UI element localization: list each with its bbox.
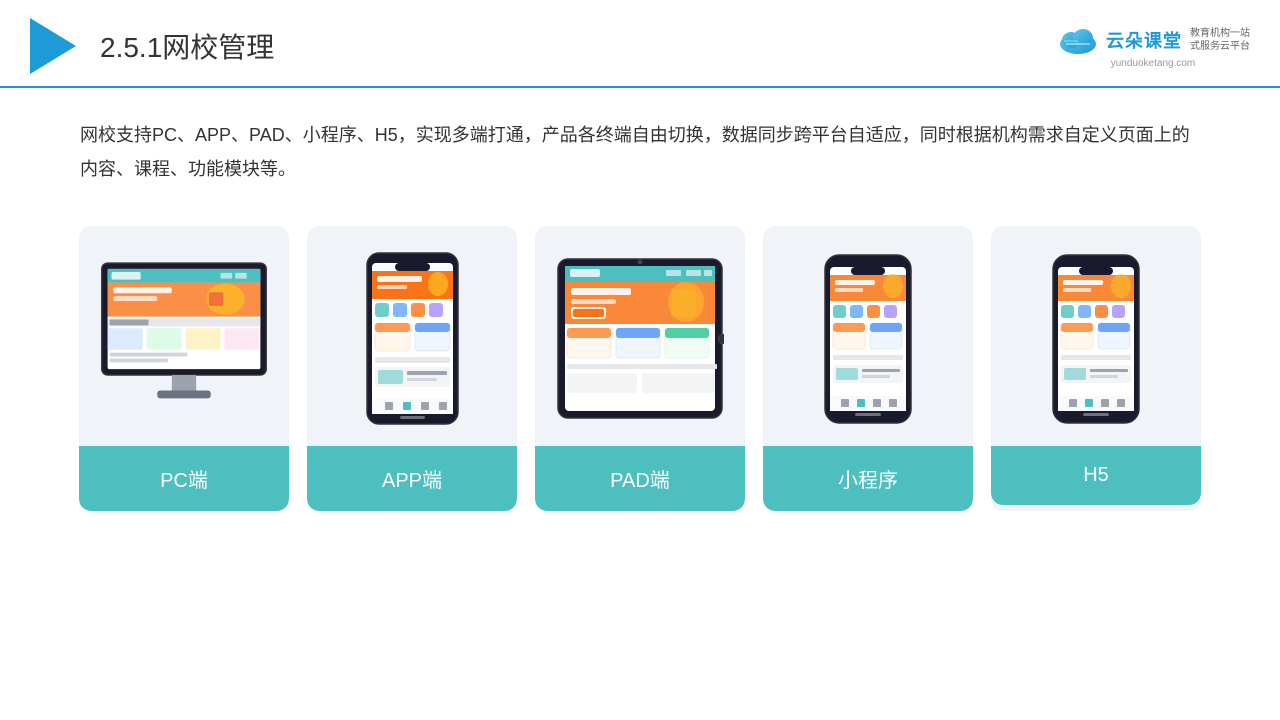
pc-img-area [79,226,289,446]
logo-cloud: 云朵课堂 教育机构一站 式服务云平台 [1056,24,1250,56]
pad-label: PAD端 [535,446,745,511]
pad-device-svg [556,251,724,426]
app-label: APP端 [307,446,517,511]
device-card-app: APP端 [307,226,517,511]
logo-url: yunduoketang.com [1111,58,1196,69]
description-section: 网校支持PC、APP、PAD、小程序、H5，实现多端打通，产品各终端自由切换，数… [0,88,1280,196]
play-icon [30,18,76,74]
h5-label: H5 [991,446,1201,505]
title-prefix: 2.5.1 [100,32,162,63]
cloud-icon [1056,24,1100,56]
page-title: 2.5.1网校管理 [100,26,274,66]
logo-sub2: 式服务云平台 [1190,40,1250,53]
logo-text: 云朵课堂 [1106,27,1182,53]
app-device-svg [365,251,460,426]
page-header: 2.5.1网校管理 云朵课堂 [0,0,1280,88]
logo-area: 云朵课堂 教育机构一站 式服务云平台 yunduoketang.com [1056,24,1250,69]
pc-label: PC端 [79,446,289,511]
device-card-miniprogram: 小程序 [763,226,973,511]
pc-device-svg [94,256,274,421]
header-left: 2.5.1网校管理 [30,18,274,74]
device-card-pc: PC端 [79,226,289,511]
miniprogram-label: 小程序 [763,446,973,511]
device-card-h5: H5 [991,226,1201,511]
device-card-pad: PAD端 [535,226,745,511]
miniprogram-img-area [763,226,973,446]
h5-device-svg [1051,253,1141,425]
miniprogram-device-svg [823,253,913,425]
cards-section: PC端 [0,196,1280,531]
h5-img-area [991,226,1201,446]
title-main: 网校管理 [162,32,274,63]
description-text: 网校支持PC、APP、PAD、小程序、H5，实现多端打通，产品各终端自由切换，数… [80,118,1200,186]
logo-sub1: 教育机构一站 [1190,27,1250,40]
pad-img-area [535,226,745,446]
app-img-area [307,226,517,446]
